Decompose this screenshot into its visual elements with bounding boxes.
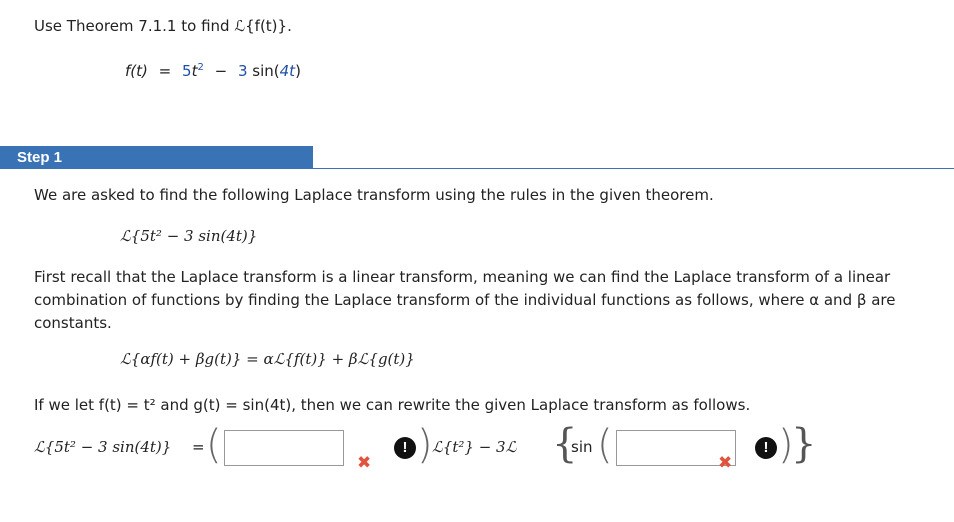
open-paren-2: (: [597, 422, 613, 468]
substitution-text: If we let f(t) = t² and g(t) = sin(4t), …: [34, 396, 751, 414]
linearity-explanation: First recall that the Laplace transform …: [34, 268, 896, 332]
function-definition: f(t) = 5t2 − 3 sin(4t): [125, 62, 301, 80]
step-intro: We are asked to find the following Lapla…: [34, 186, 714, 204]
close-brace: }: [791, 421, 817, 467]
sin-close: ): [295, 62, 301, 80]
problem-prompt: Use Theorem 7.1.1 to find ℒ{f(t)}.: [34, 17, 292, 35]
sin-open: sin(: [252, 62, 280, 80]
answer-lhs: ℒ{5t² − 3 sin(4t)}: [34, 438, 172, 456]
linearity-rule: ℒ{αf(t) + βg(t)} = αℒ{f(t)} + βℒ{g(t)}: [120, 350, 415, 368]
info-icon[interactable]: !: [755, 437, 777, 459]
answer-row: ℒ{5t² − 3 sin(4t)} = ( ✖ ! ) ℒ{t²} − 3ℒ …: [34, 421, 954, 473]
info-icon[interactable]: !: [394, 437, 416, 459]
close-paren: ): [417, 422, 433, 468]
equals-sign: =: [192, 438, 205, 456]
coef-1: 5: [182, 62, 192, 80]
transform-expression: ℒ{5t² − 3 sin(4t)}: [120, 227, 258, 245]
middle-term: ℒ{t²} − 3ℒ: [432, 438, 517, 456]
x-mark-icon: ✖: [718, 453, 733, 473]
step-header: Step 1: [0, 146, 313, 169]
minus-sign: −: [214, 62, 228, 80]
sin-arg: 4t: [279, 62, 296, 80]
function-lhs: f(t): [125, 62, 148, 80]
open-paren: (: [206, 422, 222, 468]
coef-2: 3: [237, 62, 248, 80]
step-divider: [313, 168, 954, 169]
x-mark-icon: ✖: [357, 453, 372, 473]
coefficient-input-1[interactable]: [224, 430, 344, 466]
sin-label: sin: [571, 438, 593, 456]
exponent: 2: [197, 62, 204, 73]
